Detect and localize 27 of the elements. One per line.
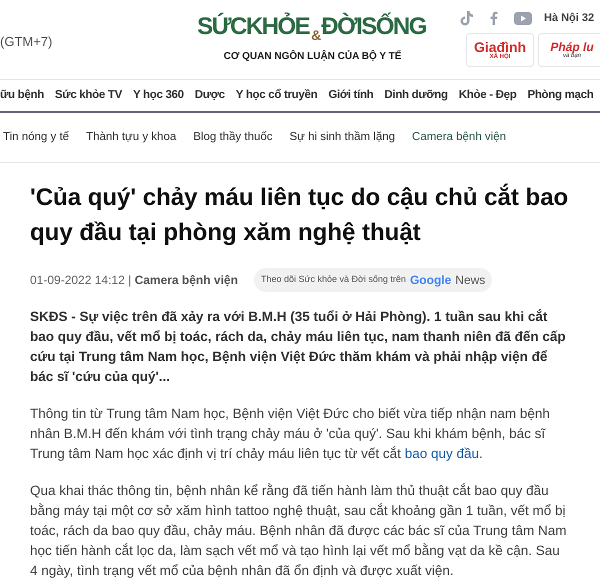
nav-link[interactable]: Y học 360 [132, 86, 184, 104]
nav-link[interactable]: ữu bệnh [0, 86, 44, 104]
nav-link[interactable]: Dược [194, 86, 225, 104]
facebook-icon[interactable] [490, 11, 498, 26]
subnav-link[interactable]: Tin nóng y tế [3, 128, 70, 146]
nav-link[interactable]: Khỏe - Đẹp [458, 86, 516, 104]
subnav-link[interactable]: Sự hi sinh thầm lặng [290, 128, 396, 146]
article-paragraph: Qua khai thác thông tin, bệnh nhân kể rằng đã tiến hành làm thủ thuật cắt bao quy đầu bằng máy tại một cơ sở xăm hình tattoo nghệ thuật, sau cắt khoảng gần 1 tuần, vết mổ bị toác, rách da bao quy đầu, chảy máu. Bệnh nhân đã được các bác sĩ của Trung tâm Nam học tiến hành cắt lọc da, làm sạch vết mổ và tạo hình lại vết mổ bằng vạt da kề cận. Sau 4 ngày, tình trạng vết mổ của bệnh nhân đã ổn định và được xuất viện. [30, 482, 568, 580]
nav-link[interactable]: Y học cổ truyền [236, 86, 318, 104]
article-title: 'Của quý' chảy máu liên tục do cậu chủ cắt bao quy đầu tại phòng xăm nghệ thuật [30, 182, 570, 248]
article-meta: 01-09-2022 14:12 | Camera bệnh viện [30, 272, 238, 289]
nav-link[interactable]: Sức khỏe TV [54, 86, 122, 104]
article-lead: SKĐS - Sự việc trên đã xảy ra với B.M.H (35 tuổi ở Hải Phòng). 1 tuần sau khi cắt bao quy đầu, vết mổ bị toác, rách da, chảy máu liên tục, nam thanh niên đã đến cấp cứu tại Trung tâm Nam học, Bệnh viện Việt Đức thăm khám và phải nhập viện để bác sĩ 'cứu của quý'... [30, 308, 567, 386]
subnav-link[interactable]: Camera bệnh viện [412, 128, 506, 146]
nav-link[interactable]: Giới tính [328, 86, 374, 104]
article-link[interactable]: bao quy đầu [404, 446, 480, 461]
nav-link[interactable]: Phòng mạch [527, 86, 594, 104]
site-logo[interactable]: SỨCKHỎE&ĐỜISỐNG CƠ QUAN NGÔN LUẬN CỦA BỘ Y TẾ [194, 6, 431, 66]
weather-text: Hà Nội 32 [544, 11, 594, 26]
subnav-link[interactable]: Blog thầy thuốc [193, 128, 273, 146]
google-news-follow-button[interactable]: Theo dõi Sức khỏe và Đời sống trên Google News [254, 268, 492, 292]
subnav-link[interactable]: Thành tựu y khoa [86, 128, 176, 146]
timezone-text: (GTM+7) [0, 34, 52, 49]
tiktok-icon[interactable] [460, 10, 474, 26]
article-paragraph: Thông tin từ Trung tâm Nam học, Bệnh viện Việt Đức cho biết vừa tiếp nhận nam bệnh nhân B.M.H đến khám với tình trạng chảy máu ở 'của quý'. Sau khi khám bệnh, bác sĩ Trung tâm Nam học xác định vị trí chảy máu liên tục từ vết cắt bao quy đầu. [30, 405, 551, 463]
nav-link[interactable]: Dinh dưỡng [384, 86, 448, 104]
video-play-icon[interactable] [514, 12, 532, 25]
